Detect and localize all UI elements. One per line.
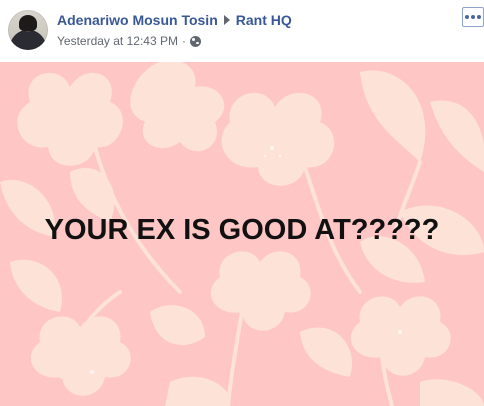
meta-separator: · xyxy=(181,34,186,48)
more-options-button[interactable] xyxy=(462,7,484,27)
more-options-dot-icon xyxy=(465,15,469,19)
post-title-line: Adenariwo Mosun Tosin Rant HQ xyxy=(57,11,292,29)
image-caption-text: YOUR EX IS GOOD AT????? xyxy=(44,214,440,246)
post-timestamp-link[interactable]: Yesterday at 12:43 PM xyxy=(57,34,178,48)
author-name-link[interactable]: Adenariwo Mosun Tosin xyxy=(57,12,218,28)
more-options-dot-icon xyxy=(471,15,475,19)
group-name-link[interactable]: Rant HQ xyxy=(236,12,292,28)
post-meta: Yesterday at 12:43 PM · xyxy=(57,33,201,49)
shared-to-arrow-icon xyxy=(223,15,230,25)
privacy-globe-icon[interactable] xyxy=(189,35,201,47)
post-image[interactable]: YOUR EX IS GOOD AT????? xyxy=(0,62,484,406)
post-header: Adenariwo Mosun Tosin Rant HQ Yesterday … xyxy=(0,0,484,62)
author-avatar[interactable] xyxy=(8,10,48,50)
more-options-dot-icon xyxy=(477,15,481,19)
